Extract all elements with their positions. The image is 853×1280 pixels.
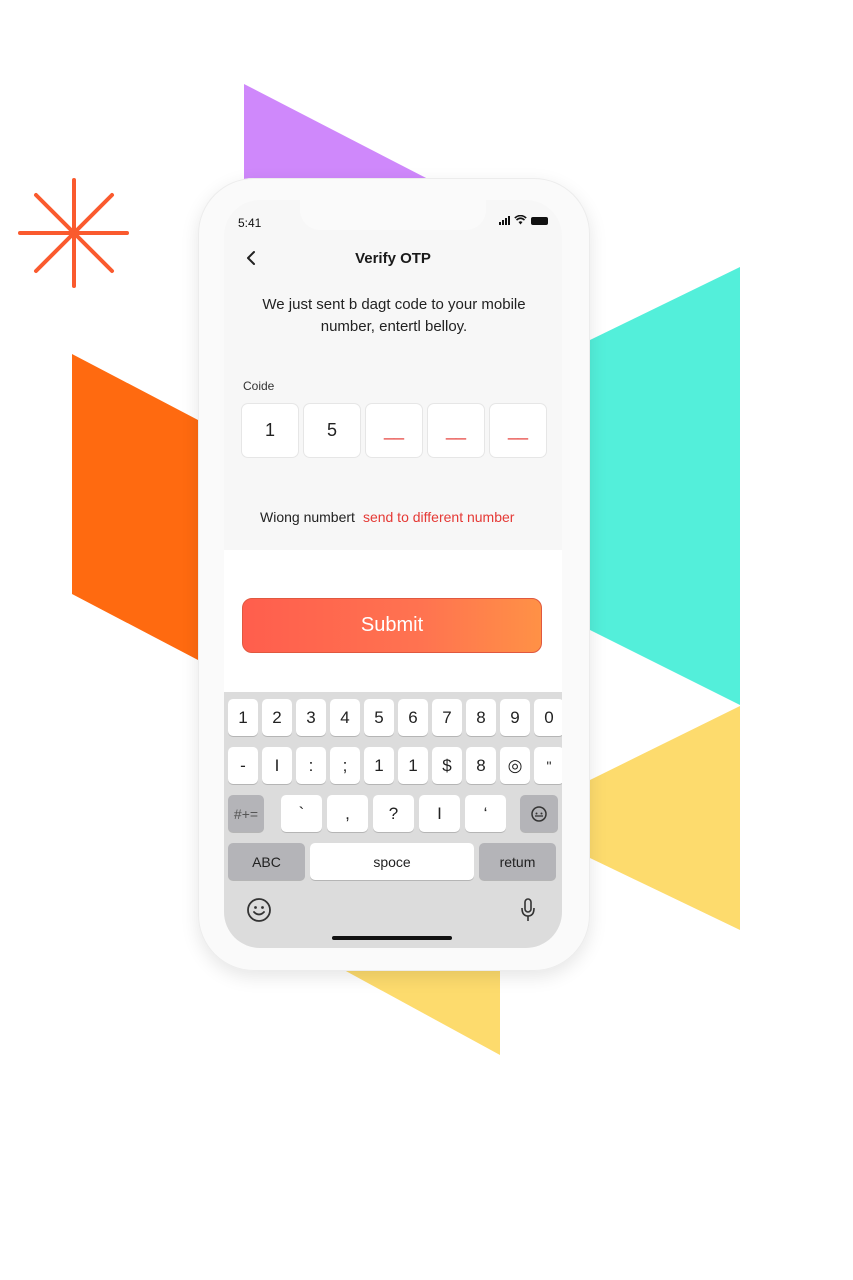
purple-shape: [244, 84, 430, 180]
wifi-icon: [514, 215, 527, 225]
signal-icon: [499, 215, 510, 225]
wrong-number-row: Wiong numbert send to different number: [260, 509, 514, 525]
orange-shape: [72, 354, 198, 660]
keyboard-row-1: 1 2 3 4 5 6 7 8 9 0: [228, 699, 562, 736]
wrong-number-text: Wiong numbert: [260, 509, 355, 525]
notch: [300, 200, 486, 230]
otp-input-row: 1 5 __ __ __: [242, 404, 546, 457]
phone-frame: 5:41 Verify OTP We just sent b dagt code…: [198, 178, 590, 971]
return-key[interactable]: retum: [479, 843, 556, 880]
abc-key[interactable]: ABC: [228, 843, 305, 880]
emoji-icon[interactable]: [246, 897, 272, 923]
teal-shape: [590, 267, 740, 705]
keyboard-row-3: #+= ` , ? I ‘: [228, 795, 558, 832]
battery-icon: [531, 217, 548, 225]
key-6[interactable]: 6: [398, 699, 428, 736]
otp-digit-5[interactable]: __: [490, 404, 546, 457]
otp-digit-3[interactable]: __: [366, 404, 422, 457]
status-icons: [499, 215, 548, 225]
key-0[interactable]: 0: [534, 699, 562, 736]
key-paren-close[interactable]: 1: [398, 747, 428, 784]
symbols-key[interactable]: #+=: [228, 795, 264, 832]
submit-button[interactable]: Submit: [242, 598, 542, 653]
key-slash[interactable]: I: [262, 747, 292, 784]
key-4[interactable]: 4: [330, 699, 360, 736]
key-7[interactable]: 7: [432, 699, 462, 736]
key-apostrophe[interactable]: ‘: [465, 795, 506, 832]
delete-key[interactable]: [520, 795, 558, 832]
key-ampersand[interactable]: 8: [466, 747, 496, 784]
submit-area: Submit: [224, 550, 562, 692]
status-time: 5:41: [238, 216, 262, 230]
keyboard: 1 2 3 4 5 6 7 8 9 0 - I : ; 1 1 $ 8 ◎ " …: [224, 692, 562, 948]
space-key[interactable]: spoce: [310, 843, 474, 880]
instructions-text: We just sent b dagt code to your mobile …: [262, 296, 526, 335]
otp-digit-1[interactable]: 1: [242, 404, 298, 457]
key-exclaim[interactable]: I: [419, 795, 460, 832]
phone-screen: 5:41 Verify OTP We just sent b dagt code…: [224, 200, 562, 948]
code-label: Coide: [243, 379, 275, 393]
key-8[interactable]: 8: [466, 699, 496, 736]
key-dash[interactable]: -: [228, 747, 258, 784]
key-dollar[interactable]: $: [432, 747, 462, 784]
keyboard-row-2: - I : ; 1 1 $ 8 ◎ ": [228, 747, 562, 784]
key-period[interactable]: `: [281, 795, 322, 832]
microphone-icon[interactable]: [518, 896, 538, 924]
delete-icon: [531, 805, 547, 822]
key-1[interactable]: 1: [228, 699, 258, 736]
yellow-shape-right: [590, 706, 740, 930]
key-at[interactable]: ◎: [500, 747, 530, 784]
key-3[interactable]: 3: [296, 699, 326, 736]
otp-digit-2[interactable]: 5: [304, 404, 360, 457]
key-5[interactable]: 5: [364, 699, 394, 736]
key-quote[interactable]: ": [534, 747, 562, 784]
keyboard-row-4: ABC spoce retum: [228, 843, 556, 880]
key-9[interactable]: 9: [500, 699, 530, 736]
key-paren-open[interactable]: 1: [364, 747, 394, 784]
yellow-shape-bottom: [344, 970, 500, 1055]
key-question[interactable]: ?: [373, 795, 414, 832]
page-title: Verify OTP: [355, 250, 431, 267]
otp-digit-4[interactable]: __: [428, 404, 484, 457]
different-number-link[interactable]: send to different number: [363, 509, 515, 525]
key-comma[interactable]: ,: [327, 795, 368, 832]
sparkle-icon: [18, 178, 129, 288]
key-semicolon[interactable]: ;: [330, 747, 360, 784]
key-2[interactable]: 2: [262, 699, 292, 736]
key-colon[interactable]: :: [296, 747, 326, 784]
home-indicator[interactable]: [332, 936, 452, 940]
